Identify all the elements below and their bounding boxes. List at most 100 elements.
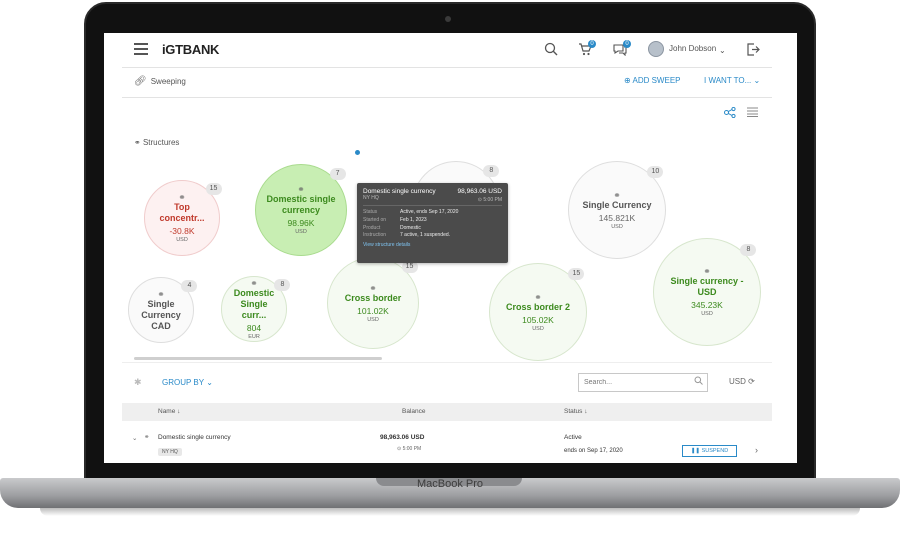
tooltip-row-value: Feb 1, 2023 [400,216,427,223]
structure-icon: ⚭ [178,192,186,202]
user-name[interactable]: John Dobson [669,44,716,53]
row-status-sub: ends on Sep 17, 2020 [564,448,623,454]
bubble-name: Single currency - USD [670,276,744,297]
bubble-value: 105.02K [522,314,554,325]
tooltip-row-value: 7 active, 1 suspended. [400,232,451,239]
bubble-count-badge: 4 [181,279,198,292]
bubble-currency: USD [611,223,623,230]
bubble-value: -30.8K [169,226,195,236]
bubble-count-badge: 7 [329,168,346,181]
model-text: MacBook Pro [416,478,484,490]
row-status: Active [564,434,582,441]
model-label: MacBook Pro [0,478,900,490]
search-icon[interactable] [544,42,558,58]
bubble-currency: EUR [248,333,260,340]
add-sweep-button[interactable]: ⊕ ADD SWEEP [624,76,681,85]
bubble-name: Domestic Single curr... [233,287,275,320]
tooltip-row-value: Active, ends Sep 17, 2020 [400,209,459,215]
structure-icon: ⚭ [534,291,542,302]
horizontal-scrollbar[interactable] [134,357,382,360]
expand-chevron-icon[interactable]: ⌄ [132,434,137,442]
tooltip-row-key: Status [363,209,378,215]
refresh-icon: ⟳ [748,377,755,386]
subheader-divider [122,97,772,98]
row-name[interactable]: Domestic single currency [158,434,231,441]
chevron-down-icon: ⌄ [753,76,761,85]
bubble-name: Single Currency [582,199,652,210]
logout-icon[interactable] [746,43,760,58]
suspend-button[interactable]: ❚❚ SUSPEND [682,445,737,457]
chevron-right-icon[interactable]: › [755,445,758,455]
currency-label: USD [729,377,746,386]
avatar[interactable] [648,41,664,57]
row-tag: NY HQ [158,448,182,456]
app-screen: iGTBANK 0 0 John Dobson ⌄ 🔗︎ Sweeping ⊕ A… [104,33,797,463]
bubble-name: Domestic single currency [266,194,336,215]
tooltip-time: ⊙ 5:00 PM [478,197,502,203]
camera [445,16,451,22]
i-want-to-dropdown[interactable]: I WANT TO... ⌄ [704,76,760,85]
tooltip-row-key: Started on [363,216,387,223]
group-by-label: GROUP BY [162,378,204,387]
clock-icon: ⊙ [397,446,402,452]
group-by-dropdown[interactable]: GROUP BY ⌄ [162,378,213,387]
bubble-currency: USD [532,325,544,332]
structure-icon: ⚭ [297,184,305,194]
bubble-count-badge: 8 [740,243,757,256]
add-sweep-label: ADD SWEEP [632,76,681,85]
bubble-value: 345.23K [691,300,723,310]
list-view-icon[interactable] [747,107,758,120]
column-name-label: Name [158,408,176,415]
breadcrumb: 🔗︎ Sweeping [134,76,186,87]
settings-icon[interactable]: ✱ [134,377,142,388]
bubble-name: Cross border [344,292,402,303]
menu-icon[interactable] [134,43,148,55]
currency-toggle[interactable]: USD ⟳ [729,377,755,386]
row-balance: 98,963.06 USD [380,434,425,441]
bubble-value: 101.02K [357,305,389,316]
column-balance[interactable]: Balance [402,408,426,415]
chevron-down-icon[interactable]: ⌄ [719,44,726,58]
tooltip-row-value: Domestic [400,224,421,231]
table-row[interactable]: ⌄ ⚭ Domestic single currency NY HQ 98,96… [122,428,772,463]
tooltip-amount: 98,963.06 USD [457,188,502,195]
bubble-value: 98.96K [287,218,315,228]
structure-icon: ⚭ [134,138,141,147]
tooltip-time-value: 5:00 PM [483,197,502,203]
bubble-value: 145.821K [598,212,636,223]
structure-tooltip: Domestic single currency 98,963.06 USD N… [357,183,508,263]
scroll-track [122,362,772,363]
bubble-count-badge: 15 [401,261,418,274]
bubble-count-badge: 8 [483,165,500,178]
header-divider [122,67,772,68]
bubble-name: Cross border 2 [505,301,571,312]
tooltip-divider [363,205,502,206]
bubble-count-badge: 15 [205,183,222,196]
structures-heading: ⚭ Structures [134,138,179,147]
bubble-currency: USD [701,311,713,317]
row-time: ⊙ 5:00 PM [397,446,421,452]
breadcrumb-label: Sweeping [150,77,186,86]
link-icon: 🔗︎ [134,76,147,87]
structure-icon: ⚭ [369,282,377,293]
column-status[interactable]: Status ↓ [564,408,588,415]
structure-view-icon[interactable] [724,106,736,121]
tooltip-row: Status Active, ends Sep 17, 2020 [363,209,502,217]
search-icon[interactable] [694,376,703,387]
bubble-count-badge: 15 [568,267,585,280]
view-details-link[interactable]: View structure details [363,242,502,248]
tooltip-rows: Status Active, ends Sep 17, 2020 Started o… [363,209,502,240]
bubble-count-badge: 10 [647,165,664,178]
pager-dot[interactable] [355,150,360,155]
cart-badge: 0 [588,40,596,48]
column-name[interactable]: Name ↓ [158,408,180,415]
tooltip-row-key: Instruction [363,232,387,239]
bubble-name: Single Currency CAD [141,298,181,331]
tooltip-row: Started on Feb 1, 2023 [363,217,502,225]
structure-icon: ⚭ [157,288,165,299]
structures-title: Structures [142,138,180,147]
bubble-currency: USD [176,237,188,243]
search-input[interactable] [578,373,708,392]
bubble-value: 804 [246,322,262,333]
structure-icon: ⚭ [144,434,150,441]
